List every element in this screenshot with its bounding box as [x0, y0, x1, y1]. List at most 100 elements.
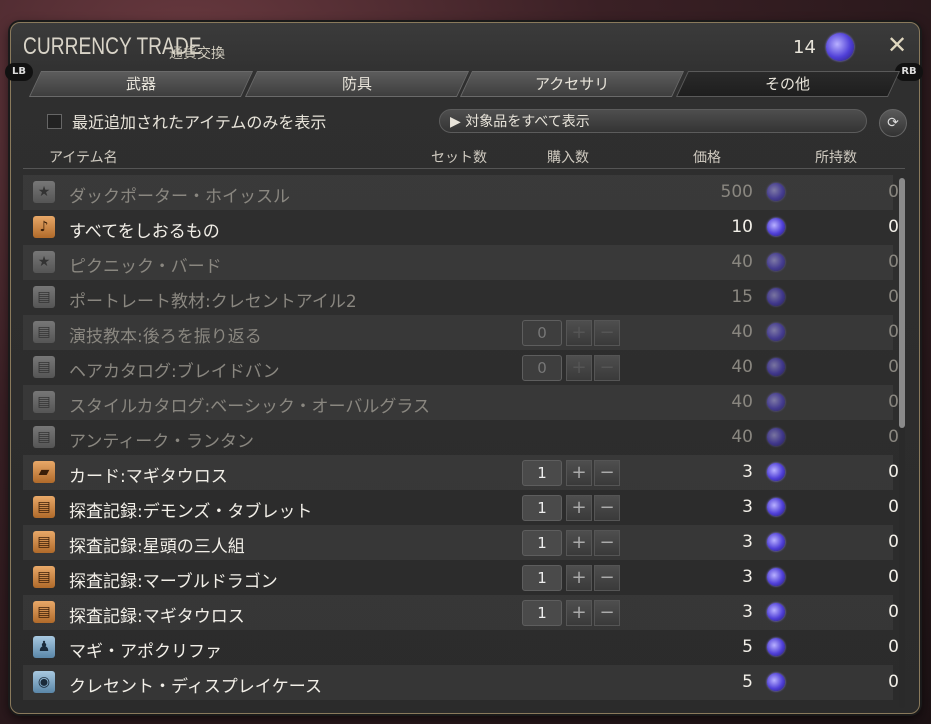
item-price: 500 [720, 182, 753, 202]
item-name: ダックポーター・ホイッスル [69, 187, 290, 207]
book-icon: ▤ [33, 531, 55, 553]
currency-gem-icon [767, 323, 785, 341]
plus-icon[interactable]: + [566, 495, 592, 521]
item-price: 40 [731, 392, 753, 412]
minus-icon[interactable]: − [594, 355, 620, 381]
card-icon: ▰ [33, 461, 55, 483]
item-row[interactable]: ♪ すべてをしおるもの 10 0 [23, 210, 899, 245]
item-price: 3 [742, 532, 753, 552]
item-row[interactable]: ▤ 探査記録:マギタウロス 1 + − 3 0 [23, 595, 899, 630]
plus-icon[interactable]: + [566, 565, 592, 591]
tab-weapons[interactable]: 武器 [28, 71, 253, 97]
minus-icon[interactable]: − [594, 530, 620, 556]
minus-icon[interactable]: − [594, 600, 620, 626]
item-name: アンティーク・ランタン [69, 432, 254, 452]
item-name: すべてをしおるもの [69, 222, 220, 242]
currency-gem-icon [767, 603, 785, 621]
item-name: カード:マギタウロス [69, 467, 228, 487]
col-set-count: セット数 [431, 150, 487, 166]
item-row[interactable]: ▤ 探査記録:星頭の三人組 1 + − 3 0 [23, 525, 899, 560]
item-row[interactable]: ▤ 探査記録:デモンズ・タブレット 1 + − 3 0 [23, 490, 899, 525]
item-price: 40 [731, 427, 753, 447]
currency-gem-icon [767, 358, 785, 376]
quantity-input[interactable]: 0 [522, 320, 562, 346]
col-purchase-qty: 購入数 [547, 150, 589, 166]
currency-gem-icon [767, 428, 785, 446]
item-name: 演技教本:後ろを振り返る [69, 327, 262, 347]
item-list: ★ ダックポーター・ホイッスル 500 0 ♪ すべてをしおるもの 10 0 ★ ピクニック・バー… [23, 175, 899, 700]
currency-gem-icon [767, 638, 785, 656]
item-row[interactable]: ♟ マギ・アポクリファ 5 0 [23, 630, 899, 665]
currency-gem-icon [767, 673, 785, 691]
item-row[interactable]: ▰ カード:マギタウロス 1 + − 3 0 [23, 455, 899, 490]
item-row[interactable]: ★ ピクニック・バード 40 0 [23, 245, 899, 280]
minus-icon[interactable]: − [594, 320, 620, 346]
minus-icon[interactable]: − [594, 565, 620, 591]
lb-badge[interactable]: LB [5, 63, 33, 81]
item-name: 探査記録:マギタウロス [69, 607, 245, 627]
quantity-stepper: 1 + − [522, 565, 622, 591]
currency-count: 14 [793, 37, 816, 58]
book-icon: ▤ [33, 391, 55, 413]
plus-icon[interactable]: + [566, 530, 592, 556]
minus-icon[interactable]: − [594, 495, 620, 521]
rb-badge[interactable]: RB [895, 63, 923, 81]
col-price: 価格 [693, 150, 721, 166]
item-row[interactable]: ▤ ヘアカタログ:ブレイドバン 0 + −40 0 [23, 350, 899, 385]
item-owned: 0 [888, 182, 899, 202]
close-icon[interactable]: ✕ [883, 31, 911, 59]
plus-icon[interactable]: + [566, 600, 592, 626]
recent-only-checkbox[interactable] [47, 114, 62, 129]
item-owned: 0 [888, 392, 899, 412]
item-price: 40 [731, 357, 753, 377]
item-owned: 0 [888, 602, 899, 622]
quantity-stepper: 1 + − [522, 495, 622, 521]
item-name: ポートレート教材:クレセントアイル2 [69, 292, 357, 312]
item-name: ヘアカタログ:ブレイドバン [69, 362, 280, 382]
plus-icon[interactable]: + [566, 460, 592, 486]
book-icon: ▤ [33, 566, 55, 588]
item-price: 3 [742, 462, 753, 482]
item-name: クレセント・ディスプレイケース [69, 677, 322, 697]
currency-gem-icon [767, 183, 785, 201]
item-price: 40 [731, 252, 753, 272]
item-row[interactable]: ▤ 探査記録:マーブルドラゴン 1 + − 3 0 [23, 560, 899, 595]
quantity-stepper: 1 + − [522, 460, 622, 486]
currency-gem-icon [767, 498, 785, 516]
plus-icon[interactable]: + [566, 320, 592, 346]
item-row[interactable]: ◉ クレセント・ディスプレイケース 5 0 [23, 665, 899, 700]
item-row[interactable]: ▤ スタイルカタログ:ベーシック・オーバルグラス 40 0 [23, 385, 899, 420]
col-owned: 所持数 [815, 150, 857, 166]
plus-icon[interactable]: + [566, 355, 592, 381]
refresh-icon[interactable]: ⟳ [879, 109, 907, 137]
tab-other[interactable]: その他 [675, 71, 900, 97]
currency-gem-icon [767, 218, 785, 236]
quantity-stepper: 0 + − [522, 355, 622, 381]
item-row[interactable]: ▤ アンティーク・ランタン 40 0 [23, 420, 899, 455]
scrollbar-thumb[interactable] [899, 178, 905, 428]
item-price: 3 [742, 567, 753, 587]
tab-armor[interactable]: 防具 [244, 71, 469, 97]
item-owned: 0 [888, 462, 899, 482]
window-subtitle: 通貨交換 [169, 46, 225, 62]
quantity-input[interactable]: 1 [522, 565, 562, 591]
item-owned: 0 [888, 322, 899, 342]
minus-icon[interactable]: − [594, 460, 620, 486]
show-all-dropdown[interactable]: ▶ 対象品をすべて表示 [439, 109, 867, 133]
show-all-label: 対象品をすべて表示 [465, 114, 590, 130]
quantity-input[interactable]: 1 [522, 530, 562, 556]
quantity-input[interactable]: 1 [522, 600, 562, 626]
item-owned: 0 [888, 637, 899, 657]
item-price: 40 [731, 322, 753, 342]
quantity-stepper: 0 + − [522, 320, 622, 346]
item-row[interactable]: ▤ ポートレート教材:クレセントアイル2 15 0 [23, 280, 899, 315]
quantity-input[interactable]: 1 [522, 495, 562, 521]
item-row[interactable]: ★ ダックポーター・ホイッスル 500 0 [23, 175, 899, 210]
book-icon: ▤ [33, 601, 55, 623]
quantity-input[interactable]: 1 [522, 460, 562, 486]
quantity-input[interactable]: 0 [522, 355, 562, 381]
item-row[interactable]: ▤ 演技教本:後ろを振り返る 0 + −40 0 [23, 315, 899, 350]
item-owned: 0 [888, 287, 899, 307]
currency-gem-icon [767, 568, 785, 586]
tab-accessories[interactable]: アクセサリ [459, 71, 684, 97]
